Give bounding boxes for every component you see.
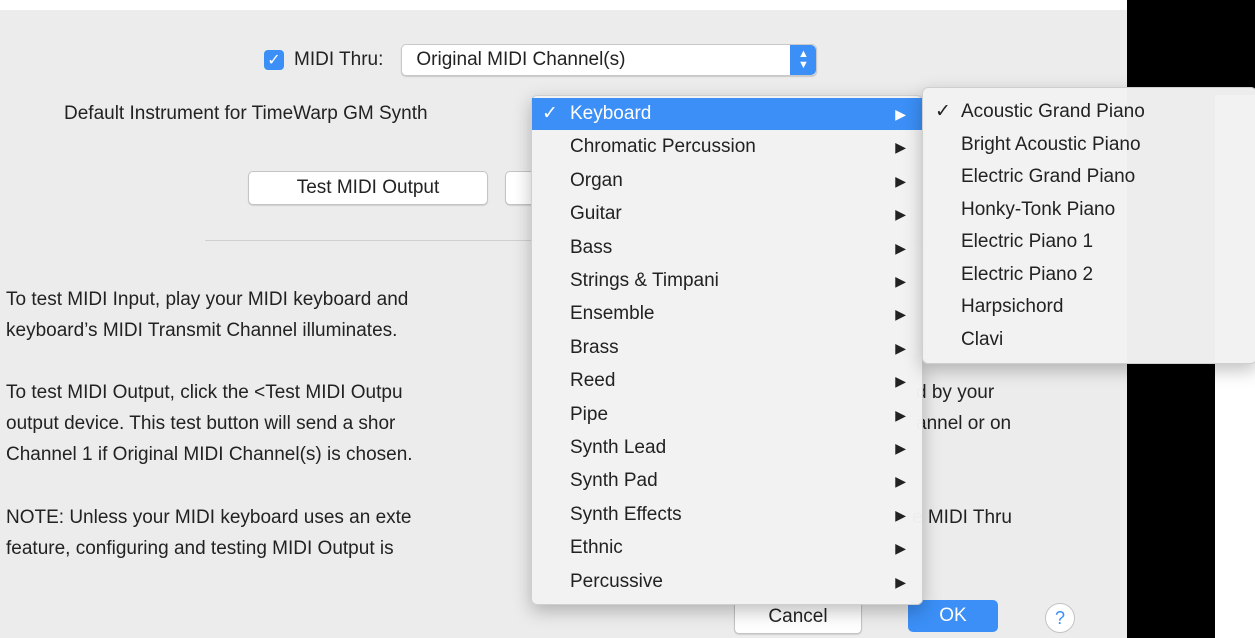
- instrument-item-label: Electric Piano 1: [961, 231, 1094, 252]
- help-text-fragment: annel or on: [916, 413, 1012, 434]
- help-text-line: To test MIDI Output, click the <Test MID…: [6, 382, 403, 403]
- test-midi-output-button[interactable]: Test MIDI Output: [248, 171, 488, 205]
- instrument-submenu: ✓ Acoustic Grand Piano Bright Acoustic Pia…: [922, 87, 1255, 364]
- help-text-fragment: d by your: [916, 382, 995, 403]
- menu-item-guitar[interactable]: Guitar ▶: [532, 198, 922, 230]
- help-text-line: To test MIDI Input, play your MIDI keybo…: [6, 289, 409, 310]
- submenu-arrow-icon: ▶: [895, 473, 906, 490]
- instrument-item-honky-tonk-piano[interactable]: Honky-Tonk Piano: [923, 194, 1255, 226]
- menu-item-keyboard[interactable]: ✓ Keyboard ▶: [532, 98, 922, 130]
- submenu-arrow-icon: ▶: [895, 440, 906, 456]
- instrument-item-label: Electric Grand Piano: [961, 166, 1136, 187]
- submenu-arrow-icon: ▶: [895, 273, 906, 289]
- menu-item-bass[interactable]: Bass ▶: [532, 232, 922, 264]
- instrument-item-bright-acoustic-piano[interactable]: Bright Acoustic Piano: [923, 129, 1255, 161]
- submenu-arrow-icon: ▶: [895, 139, 906, 156]
- help-text-line: Channel 1 if Original MIDI Channel(s) is…: [6, 444, 413, 465]
- menu-item-label: Ethnic: [570, 537, 623, 559]
- default-instrument-label: Default Instrument for TimeWarp GM Synth: [64, 103, 428, 124]
- menu-item-label: Keyboard: [570, 103, 652, 124]
- menu-item-label: Brass: [570, 336, 619, 358]
- menu-item-synth-lead[interactable]: Synth Lead ▶: [532, 432, 922, 464]
- midi-thru-channel-popup[interactable]: Original MIDI Channel(s) ▲ ▼: [401, 44, 818, 76]
- help-text-line: output device. This test button will sen…: [6, 413, 396, 434]
- help-text-line: NOTE: Unless your MIDI keyboard uses an …: [6, 507, 412, 528]
- submenu-arrow-icon: ▶: [895, 239, 906, 256]
- instrument-category-menu: ✓ Keyboard ▶ Chromatic Percussion ▶ Organ ▶ Gui…: [531, 95, 923, 605]
- instrument-item-electric-piano-1[interactable]: Electric Piano 1: [923, 226, 1255, 258]
- menu-item-label: Bass: [570, 236, 613, 258]
- submenu-arrow-icon: ▶: [895, 172, 906, 189]
- submenu-arrow-icon: ▶: [895, 406, 906, 423]
- menu-item-chromatic-percussion[interactable]: Chromatic Percussion ▶: [532, 131, 922, 163]
- menu-item-label: Pipe: [570, 403, 609, 425]
- cancel-button[interactable]: Cancel: [734, 600, 862, 634]
- instrument-item-harpsichord[interactable]: Harpsichord: [923, 291, 1255, 323]
- help-text-fragment: e MIDI Thru: [912, 507, 1012, 528]
- midi-thru-channel-value: Original MIDI Channel(s): [416, 49, 626, 70]
- menu-item-reed[interactable]: Reed ▶: [532, 365, 922, 397]
- menu-item-label: Synth Effects: [570, 503, 682, 525]
- submenu-arrow-icon: ▶: [895, 306, 906, 323]
- menu-item-label: Guitar: [570, 203, 622, 225]
- menu-item-synth-effects[interactable]: Synth Effects ▶: [532, 499, 922, 531]
- menu-item-label: Percussive: [570, 570, 663, 592]
- submenu-arrow-icon: ▶: [895, 106, 906, 122]
- midi-thru-label: MIDI Thru:: [294, 49, 384, 70]
- menu-item-synth-pad[interactable]: Synth Pad ▶: [532, 465, 922, 497]
- instrument-item-label: Clavi: [961, 328, 1004, 350]
- menu-item-label: Synth Pad: [570, 470, 658, 492]
- submenu-arrow-icon: ▶: [895, 339, 906, 356]
- instrument-item-label: Electric Piano 2: [961, 263, 1094, 285]
- instrument-item-electric-piano-2[interactable]: Electric Piano 2: [923, 259, 1255, 291]
- menu-item-percussive[interactable]: Percussive ▶: [532, 566, 922, 598]
- menu-item-organ[interactable]: Organ ▶: [532, 165, 922, 197]
- submenu-arrow-icon: ▶: [895, 540, 906, 557]
- checkmark-icon: ✓: [542, 103, 558, 124]
- menu-item-label: Chromatic Percussion: [570, 136, 756, 158]
- instrument-item-electric-grand-piano[interactable]: Electric Grand Piano: [923, 161, 1255, 193]
- menu-item-label: Synth Lead: [570, 437, 667, 458]
- menu-item-brass[interactable]: Brass ▶: [532, 332, 922, 364]
- menu-item-label: Reed: [570, 370, 616, 392]
- menu-item-ethnic[interactable]: Ethnic ▶: [532, 532, 922, 564]
- instrument-item-label: Harpsichord: [961, 296, 1064, 317]
- menu-item-pipe[interactable]: Pipe ▶: [532, 399, 922, 431]
- help-text-line: keyboard’s MIDI Transmit Channel illumin…: [6, 320, 398, 341]
- checkmark-icon: ✓: [935, 101, 951, 122]
- menu-item-strings-timpani[interactable]: Strings & Timpani ▶: [532, 265, 922, 297]
- instrument-item-clavi[interactable]: Clavi: [923, 324, 1255, 356]
- menu-item-label: Organ: [570, 169, 623, 191]
- top-strip: [0, 0, 1127, 10]
- submenu-arrow-icon: ▶: [895, 573, 906, 590]
- help-text-line: feature, configuring and testing MIDI Ou…: [6, 538, 394, 559]
- instrument-item-label: Bright Acoustic Piano: [961, 133, 1141, 155]
- menu-item-label: Strings & Timpani: [570, 270, 719, 291]
- help-icon[interactable]: ?: [1045, 603, 1075, 633]
- instrument-item-label: Acoustic Grand Piano: [961, 101, 1145, 122]
- menu-item-ensemble[interactable]: Ensemble ▶: [532, 298, 922, 330]
- submenu-arrow-icon: ▶: [895, 206, 906, 223]
- instrument-item-acoustic-grand-piano[interactable]: ✓ Acoustic Grand Piano: [923, 96, 1255, 128]
- submenu-arrow-icon: ▶: [895, 373, 906, 390]
- midi-thru-checkbox[interactable]: ✓: [264, 50, 284, 70]
- midi-thru-row: ✓ MIDI Thru: Original MIDI Channel(s) ▲ ▼: [264, 44, 818, 76]
- menu-item-label: Ensemble: [570, 303, 655, 325]
- submenu-arrow-icon: ▶: [895, 506, 906, 523]
- ok-button[interactable]: OK: [908, 600, 998, 632]
- popup-stepper-icon: ▲ ▼: [790, 45, 817, 75]
- instrument-item-label: Honky-Tonk Piano: [961, 198, 1116, 220]
